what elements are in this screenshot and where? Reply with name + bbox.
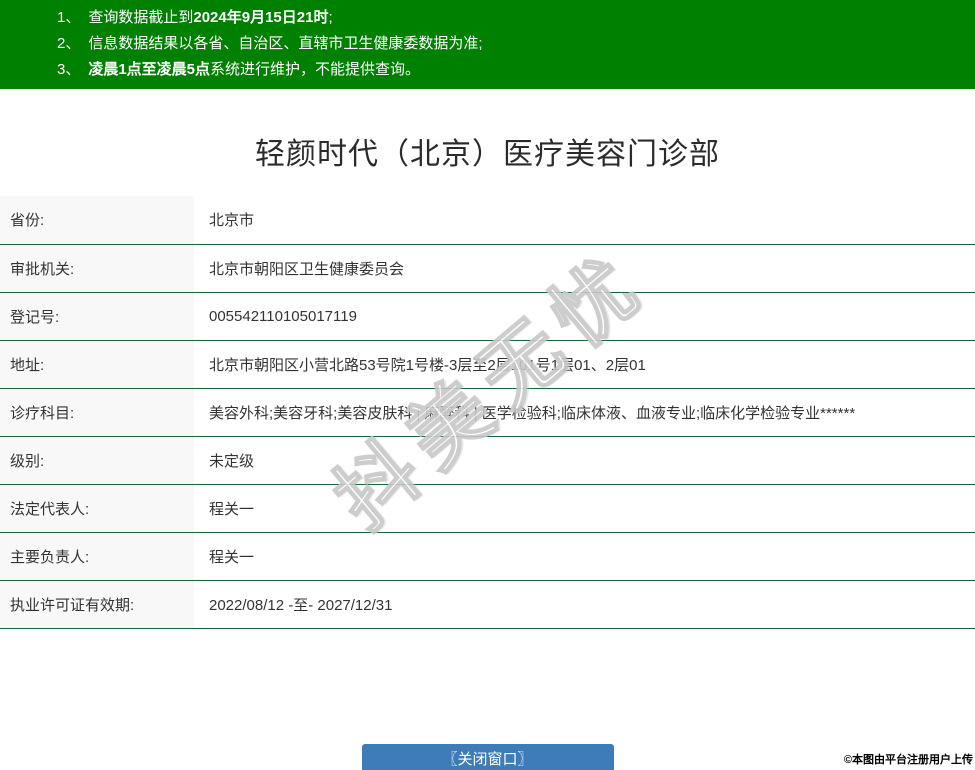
notice-line-1: 1、 查询数据截止到2024年9月15日21时; xyxy=(57,5,975,31)
notice-text-bold: 凌晨1点至凌晨5点 xyxy=(88,61,211,78)
row-label: 诊疗科目: xyxy=(0,388,194,436)
row-value: 程关一 xyxy=(209,548,255,566)
row-value: 2022/08/12 -至- 2027/12/31 xyxy=(209,596,393,614)
row-value: 005542110105017119 xyxy=(209,307,357,325)
table-row-legal-representative: 法定代表人: 程关一 xyxy=(0,484,975,532)
notice-text-post: 系统进行维护，不能提供查询。 xyxy=(210,61,421,78)
notice-number: 2、 xyxy=(57,35,81,52)
row-label: 级别: xyxy=(0,436,194,484)
row-value: 北京市朝阳区小营北路53号院1号楼-3层至2层101号1层01、2层01 xyxy=(209,356,646,374)
row-value: 程关一 xyxy=(209,500,255,518)
notice-number: 1、 xyxy=(57,9,81,26)
table-row-medical-subjects: 诊疗科目: 美容外科;美容牙科;美容皮肤科 | 麻醉科 | 医学检验科;临床体液… xyxy=(0,388,975,436)
institution-info-table: 省份: 北京市 审批机关: 北京市朝阳区卫生健康委员会 登记号: 0055421… xyxy=(0,196,975,629)
notice-text: 查询数据截止到 xyxy=(88,9,194,26)
notice-line-2: 2、 信息数据结果以各省、自治区、直辖市卫生健康委数据为准; xyxy=(57,31,975,57)
row-value: 北京市朝阳区卫生健康委员会 xyxy=(209,260,405,278)
notice-text-post: ; xyxy=(328,9,333,26)
row-value: 北京市 xyxy=(209,212,255,230)
notice-text-bold: 2024年9月15日21时 xyxy=(193,9,329,26)
table-row-province: 省份: 北京市 xyxy=(0,196,975,244)
notice-number: 3、 xyxy=(57,61,81,78)
table-row-registration-number: 登记号: 005542110105017119 xyxy=(0,292,975,340)
uploader-copyright-watermark: ©本图由平台注册用户上传 xyxy=(843,754,973,766)
row-label: 地址: xyxy=(0,340,194,388)
table-row-address: 地址: 北京市朝阳区小营北路53号院1号楼-3层至2层101号1层01、2层01 xyxy=(0,340,975,388)
row-value: 美容外科;美容牙科;美容皮肤科 | 麻醉科 | 医学检验科;临床体液、血液专业;… xyxy=(209,404,856,422)
page-title: 轻颜时代（北京）医疗美容门诊部 xyxy=(255,138,720,171)
row-label: 登记号: xyxy=(0,292,194,340)
notice-line-3: 3、 凌晨1点至凌晨5点系统进行维护，不能提供查询。 xyxy=(57,57,975,83)
close-window-button[interactable]: 〖关闭窗口〗 xyxy=(361,743,614,770)
notice-text: 信息数据结果以各省、自治区、直辖市卫生健康委数据为准; xyxy=(88,35,483,52)
row-value: 未定级 xyxy=(209,452,255,470)
table-row-approval-authority: 审批机关: 北京市朝阳区卫生健康委员会 xyxy=(0,244,975,292)
row-label: 主要负责人: xyxy=(0,532,194,580)
row-label: 审批机关: xyxy=(0,244,194,292)
table-row-license-validity: 执业许可证有效期: 2022/08/12 -至- 2027/12/31 xyxy=(0,580,975,628)
table-row-level: 级别: 未定级 xyxy=(0,436,975,484)
row-label: 法定代表人: xyxy=(0,484,194,532)
row-label: 执业许可证有效期: xyxy=(0,580,194,628)
row-label: 省份: xyxy=(0,196,194,244)
notice-bar: 1、 查询数据截止到2024年9月15日21时; 2、 信息数据结果以各省、自治区、… xyxy=(0,0,975,89)
table-row-person-in-charge: 主要负责人: 程关一 xyxy=(0,532,975,580)
